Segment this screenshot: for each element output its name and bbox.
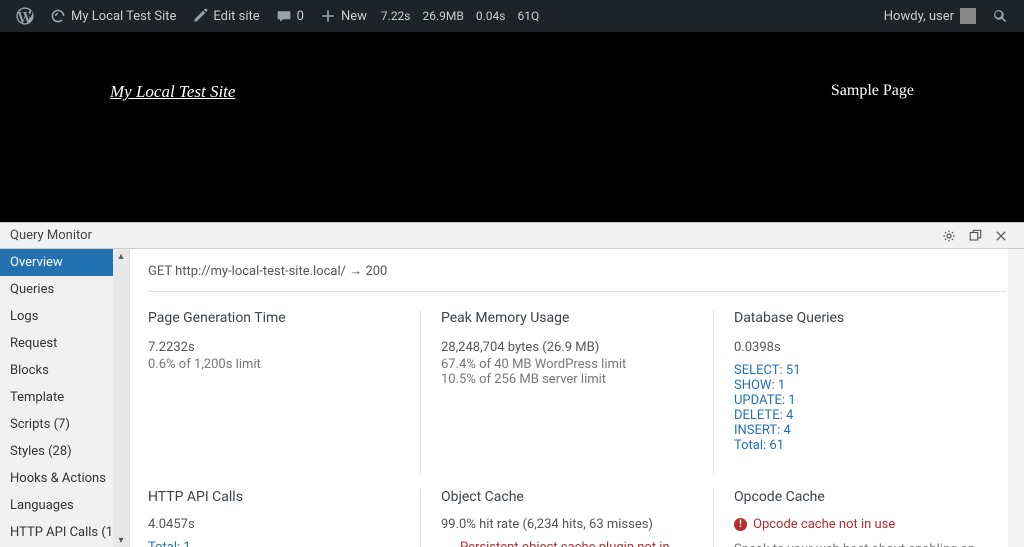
mem-sub2: 10.5% of 256 MB server limit [441,372,693,387]
edit-site-label: Edit site [213,9,259,24]
site-name-menu[interactable]: My Local Test Site [42,0,184,32]
admin-site-name: My Local Test Site [71,9,176,24]
chevron-up-icon[interactable]: ▴ [115,250,127,262]
opcache-sub: Speak to your web host about enabling an [734,542,986,547]
qm-stat-dbtime[interactable]: 0.04s [470,0,512,32]
col-peak-memory: Peak Memory Usage 28,248,704 bytes (26.9… [421,310,714,473]
col-page-gen-time: Page Generation Time 7.2232s 0.6% of 1,2… [148,310,421,473]
col-db-queries: Database Queries 0.0398s SELECT: 51 SHOW… [714,310,1006,473]
sidebar-item-styles[interactable]: Styles (28) [0,438,129,465]
wp-admin-bar: My Local Test Site Edit site 0 New 7.22s… [0,0,1024,32]
col-opcode-cache: Opcode Cache ! Opcode cache not in use S… [714,489,1006,547]
comments-count: 0 [297,9,304,24]
close-icon [994,229,1008,243]
new-label: New [341,9,367,24]
http-title: HTTP API Calls [148,489,400,505]
mem-sub1: 67.4% of 40 MB WordPress limit [441,357,693,372]
dashboard-icon [50,8,66,24]
sidebar-scrollbar[interactable]: ▴ ▾ [113,249,129,547]
nav-sample-page[interactable]: Sample Page [831,82,914,100]
col-http-api: HTTP API Calls 4.0457s Total: 1 [148,489,421,547]
content-scrollbar[interactable] [1008,249,1024,547]
howdy-text: Howdy, user [884,9,954,24]
opcache-title: Opcode Cache [734,489,986,505]
comments-link[interactable]: 0 [268,0,312,32]
db-total[interactable]: Total: 61 [734,438,986,453]
db-delete[interactable]: DELETE: 4 [734,408,986,423]
sidebar-item-template[interactable]: Template [0,384,129,411]
wp-logo[interactable] [8,0,42,32]
warning-icon: ! [734,518,747,531]
qm-close-button[interactable] [988,223,1014,249]
sidebar-item-scripts[interactable]: Scripts (7) [0,411,129,438]
edit-site-link[interactable]: Edit site [184,0,267,32]
sidebar-item-blocks[interactable]: Blocks [0,357,129,384]
objcache-value: 99.0% hit rate (6,234 hits, 63 misses) [441,517,693,532]
objcache-warn-text: Persistent object cache plugin not in us… [460,540,693,547]
db-insert[interactable]: INSERT: 4 [734,423,986,438]
qm-sidebar: Overview Queries Logs Request Blocks Tem… [0,249,130,547]
site-title-link[interactable]: My Local Test Site [110,82,235,102]
objcache-warning: ! Persistent object cache plugin not in … [441,540,693,547]
sidebar-item-hooks[interactable]: Hooks & Actions [0,465,129,492]
db-update[interactable]: UPDATE: 1 [734,393,986,408]
objcache-title: Object Cache [441,489,693,505]
site-header: My Local Test Site Sample Page [0,32,1024,222]
qm-content: GET http://my-local-test-site.local/ → 2… [130,249,1024,547]
avatar [960,8,976,24]
search-toggle[interactable] [984,0,1016,32]
new-content-link[interactable]: New [312,0,375,32]
pgt-title: Page Generation Time [148,310,400,326]
sidebar-item-request[interactable]: Request [0,330,129,357]
qm-stat-time[interactable]: 7.22s [375,0,417,32]
mem-title: Peak Memory Usage [441,310,693,326]
db-value: 0.0398s [734,340,986,355]
qm-title: Query Monitor [10,228,936,243]
gear-icon [941,228,957,244]
pgt-value: 7.2232s [148,340,400,355]
comment-icon [276,8,292,24]
mem-value: 28,248,704 bytes (26.9 MB) [441,340,693,355]
sidebar-item-logs[interactable]: Logs [0,303,129,330]
opcache-warning: ! Opcode cache not in use [734,517,986,532]
db-show[interactable]: SHOW: 1 [734,378,986,393]
db-title: Database Queries [734,310,986,326]
chevron-down-icon[interactable]: ▾ [115,534,127,546]
opcache-warn-text: Opcode cache not in use [753,517,895,532]
qm-panel-header: Query Monitor [0,222,1024,249]
qm-panel-body: Overview Queries Logs Request Blocks Tem… [0,249,1024,547]
my-account[interactable]: Howdy, user [876,0,984,32]
plus-icon [320,8,336,24]
sidebar-item-overview[interactable]: Overview [0,249,129,276]
sidebar-item-http[interactable]: HTTP API Calls (1) [0,519,129,546]
http-total[interactable]: Total: 1 [148,540,400,547]
http-value: 4.0457s [148,517,400,532]
sidebar-item-languages[interactable]: Languages [0,492,129,519]
qm-request-line: GET http://my-local-test-site.local/ → 2… [148,263,1006,292]
pencil-icon [192,8,208,24]
qm-popout-button[interactable] [962,223,988,249]
qm-stat-memory[interactable]: 26.9MB [417,0,470,32]
col-object-cache: Object Cache 99.0% hit rate (6,234 hits,… [421,489,714,547]
qm-stat-queries[interactable]: 61Q [511,0,545,32]
qm-settings-button[interactable] [936,223,962,249]
popout-icon [968,228,983,243]
pgt-sub: 0.6% of 1,200s limit [148,357,400,372]
db-select[interactable]: SELECT: 51 [734,363,986,378]
wordpress-icon [16,7,34,25]
sidebar-item-queries[interactable]: Queries [0,276,129,303]
search-icon [992,8,1008,24]
